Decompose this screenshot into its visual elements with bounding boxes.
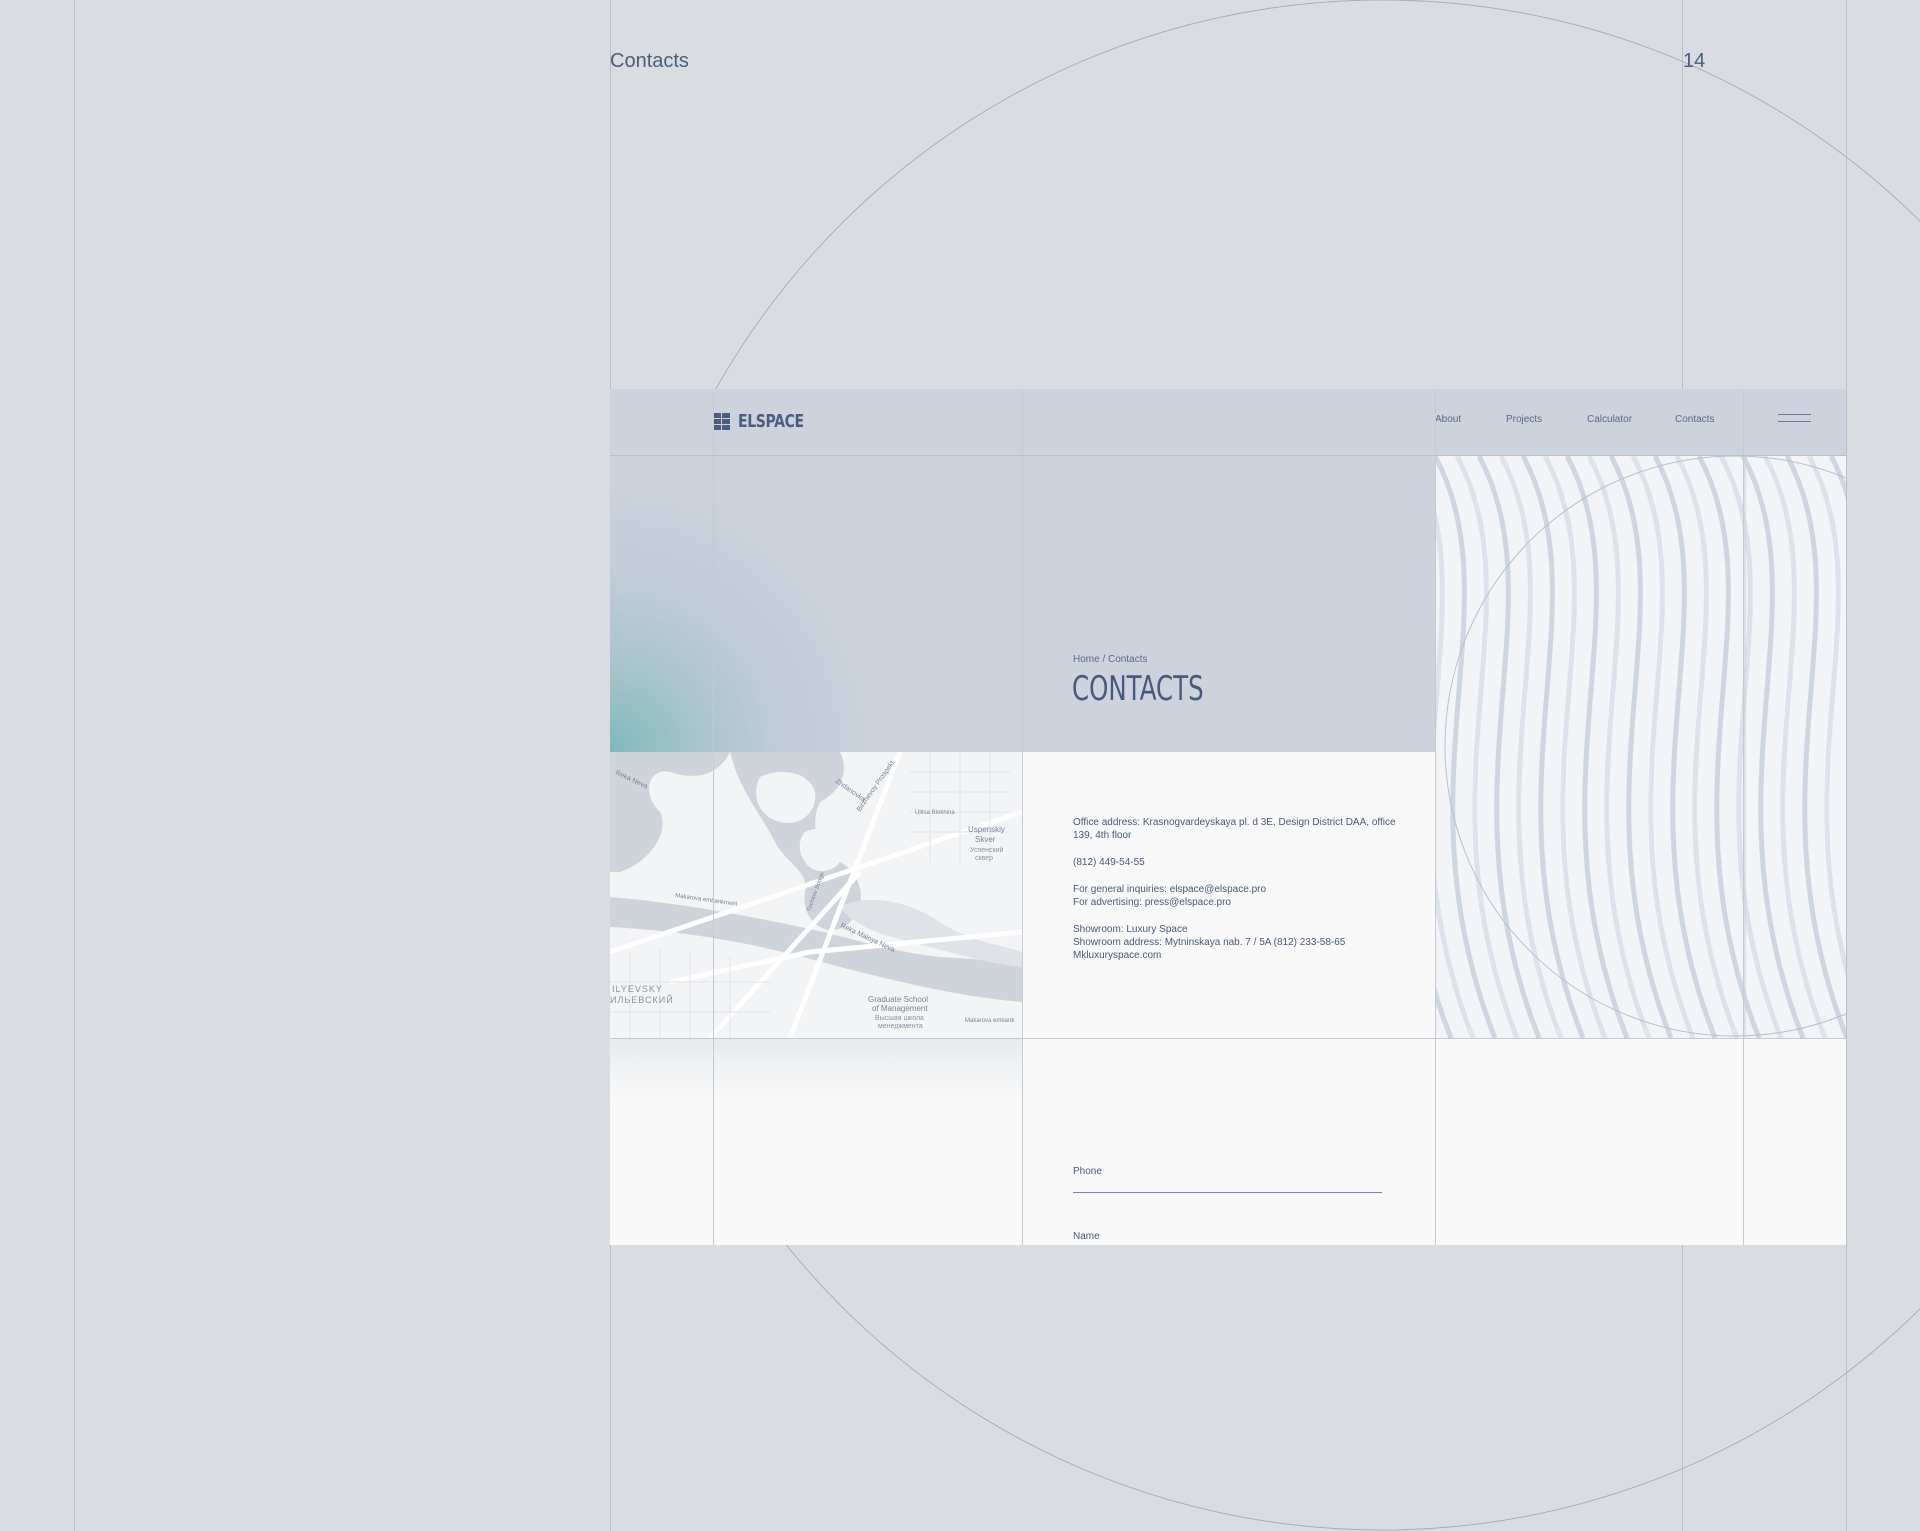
name-label: Name [1073, 1231, 1100, 1242]
general-inquiries-email[interactable]: For general inquiries: elspace@elspace.p… [1073, 883, 1266, 896]
showroom-address: Showroom address: Mytninskaya nab. 7 / 5… [1073, 937, 1346, 948]
page-number: 14 [1683, 50, 1706, 72]
svg-text:Высшая школа: Высшая школа [875, 1015, 924, 1022]
grid-line [713, 389, 714, 1245]
showroom-name: Showroom: Luxury Space [1073, 924, 1188, 935]
phone-number[interactable]: (812) 449-54-55 [1073, 856, 1145, 869]
svg-text:Успенский: Успенский [970, 846, 1004, 854]
office-address: Office address: Krasnogvardeyskaya pl. d… [1073, 817, 1396, 828]
showroom-site-link[interactable]: Mkluxuryspace.com [1073, 949, 1161, 962]
logo-text: ELSPACE [738, 411, 804, 432]
svg-text:Makarova embank: Makarova embank [965, 1018, 1015, 1024]
svg-text:сквер: сквер [975, 855, 993, 862]
hero-gradient [610, 456, 1022, 752]
section-title: Contacts [610, 50, 689, 72]
logo[interactable]: ELSPACE [713, 411, 822, 432]
website-mockup: ELSPACE About Projects Calculator Contac… [610, 389, 1846, 1245]
nav-contacts[interactable]: Contacts [1675, 414, 1714, 425]
nav-projects[interactable]: Projects [1506, 414, 1542, 425]
logo-mark-icon [713, 413, 730, 430]
advertising-email[interactable]: For advertising: press@elspace.pro [1073, 896, 1231, 909]
grid-line [1022, 389, 1023, 1245]
breadcrumb: Home / Contacts [1073, 649, 1147, 667]
contact-info: Office address: Krasnogvardeyskaya pl. d… [1022, 752, 1435, 1038]
breadcrumb-text[interactable]: Home / Contacts [1073, 654, 1147, 665]
svg-text:Graduate School: Graduate School [868, 995, 928, 1004]
svg-text:менеджмента: менеджмента [878, 1023, 923, 1030]
location-map[interactable]: Reka Neva Zhdanovka Birzhevoy Prospekt U… [610, 752, 1022, 1038]
page-title: CONTACTS [1072, 669, 1204, 709]
svg-text:Ulitsa Blokhina: Ulitsa Blokhina [915, 810, 955, 816]
architecture-image [1435, 456, 1846, 1038]
svg-text:of Management: of Management [872, 1004, 928, 1013]
site-header: ELSPACE About Projects Calculator Contac… [610, 389, 1846, 456]
svg-text:ИЛЬЕВСКИЙ: ИЛЬЕВСКИЙ [610, 994, 674, 1005]
hamburger-icon[interactable] [1778, 412, 1811, 426]
map-fade [610, 1039, 1022, 1099]
nav-calculator[interactable]: Calculator [1587, 414, 1632, 425]
grid-line [1435, 389, 1436, 1245]
office-address-cont: 139, 4th floor [1073, 830, 1132, 841]
svg-text:Uspenskiy: Uspenskiy [968, 825, 1005, 834]
svg-text:Skver: Skver [975, 835, 996, 844]
grid-line [1743, 389, 1744, 1245]
nav-about[interactable]: About [1435, 414, 1461, 425]
phone-input[interactable] [1073, 1174, 1382, 1193]
svg-text:ILYEVSKY: ILYEVSKY [612, 984, 663, 994]
